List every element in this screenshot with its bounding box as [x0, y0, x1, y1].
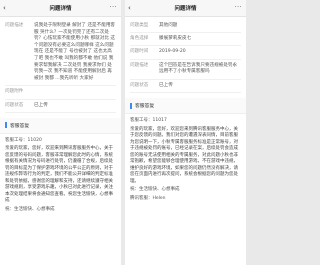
agent-signature: 腾讯客服：Helen [130, 195, 166, 201]
time-value: 2019-09-20 [159, 49, 186, 55]
desc-value: 说我处于限制登录 解封了 还是不能用客服 哭什么？一次处罚完了还有二次处罚？心怯… [34, 23, 116, 81]
section-title: 客服答复 [10, 123, 30, 129]
type-value: 其他问题 [159, 23, 178, 28]
question-detail-card: 问题描述 说我处于限制登录 解封了 还是不能用客服 哭什么？一次处罚完了还有二次… [0, 17, 121, 113]
sign-off: 祝：生活愉快、心想事成 [130, 187, 180, 192]
status-row: 问题状态 已上传 [5, 100, 116, 113]
role-row: 角色选择 滕展萝莉皮皮七 [130, 33, 241, 47]
section-title: 客服答复 [135, 104, 155, 109]
attach-row: 问题附件 [5, 86, 116, 100]
reply-body: 客服工号：11020 亲爱的玩家，您好，欢迎来到腾讯客服服务中心，关于您反馈的号… [0, 134, 121, 220]
back-arrow-icon[interactable]: ‹ [128, 4, 131, 12]
left-screenshot: ‹ 问题详情 ··· 问题描述 说我处于限制登录 解封了 还是不能用客服 哭什么… [0, 0, 121, 265]
status-row: 问题状态 已上传 [130, 80, 241, 93]
section-accent-bar [130, 102, 132, 109]
attach-value [34, 89, 116, 95]
reply-section-header: 客服答复 [125, 98, 246, 114]
type-label: 问题类型 [130, 23, 149, 28]
role-label: 角色选择 [130, 36, 149, 42]
reply-text: 亲爱的玩家，您好，欢迎您来到腾讯客服服务中心，关于您反馈的问题。我们对您的遭遇深… [130, 126, 238, 184]
desc-row: 问题描述 这个回答是在告诉我只要违规被处罚永远用不了小秋专属客服吗 [130, 60, 241, 80]
type-row: 问题类型 其他问题 [130, 20, 241, 34]
right-screenshot: ‹ 问题详情 ··· 问题类型 其他问题 角色选择 滕展萝莉皮皮七 问题时间 2… [125, 0, 246, 265]
desc-row: 问题描述 说我处于限制登录 解封了 还是不能用客服 哭什么？一次处罚完了还有二次… [5, 20, 116, 87]
sign-off: 祝：生活愉快、心想事成 [5, 206, 55, 212]
ticket-number: 客服工号：11020 [5, 137, 42, 143]
desc-value: 这个回答是在告诉我只要违规被处罚永远用不了小秋专属客服吗 [159, 62, 238, 75]
more-options-icon[interactable]: ··· [110, 4, 117, 11]
ticket-number: 客服工号：11017 [130, 118, 167, 123]
back-arrow-icon[interactable]: ‹ [3, 4, 6, 12]
reply-section-header: 客服答复 [0, 117, 121, 134]
more-options-icon[interactable]: ··· [235, 4, 242, 11]
reply-text: 亲爱的玩家，您好，欢迎来到腾讯客服服务中心，关于您反馈的号码问题，客服非常理解您… [5, 146, 113, 204]
right-topbar: ‹ 问题详情 ··· [125, 0, 246, 17]
reply-body: 客服工号：11017 亲爱的玩家，您好，欢迎您来到腾讯客服服务中心，关于您反馈的… [125, 114, 246, 208]
desc-label: 问题描述 [130, 62, 149, 68]
page-title: 问题详情 [49, 6, 72, 12]
page-title: 问题详情 [174, 6, 197, 12]
desc-label: 问题描述 [5, 23, 24, 28]
section-accent-bar [5, 122, 7, 129]
left-topbar: ‹ 问题详情 ··· [0, 0, 121, 17]
time-label: 问题时间 [130, 49, 149, 55]
status-label: 问题状态 [130, 82, 149, 88]
time-row: 问题时间 2019-09-20 [130, 46, 241, 60]
status-label: 问题状态 [5, 102, 24, 108]
question-detail-card: 问题类型 其他问题 角色选择 滕展萝莉皮皮七 问题时间 2019-09-20 问… [125, 17, 246, 93]
status-value: 已上传 [34, 102, 48, 108]
role-value: 滕展萝莉皮皮七 [159, 36, 192, 42]
attach-label: 问题附件 [5, 89, 24, 95]
status-value: 已上传 [159, 82, 173, 88]
